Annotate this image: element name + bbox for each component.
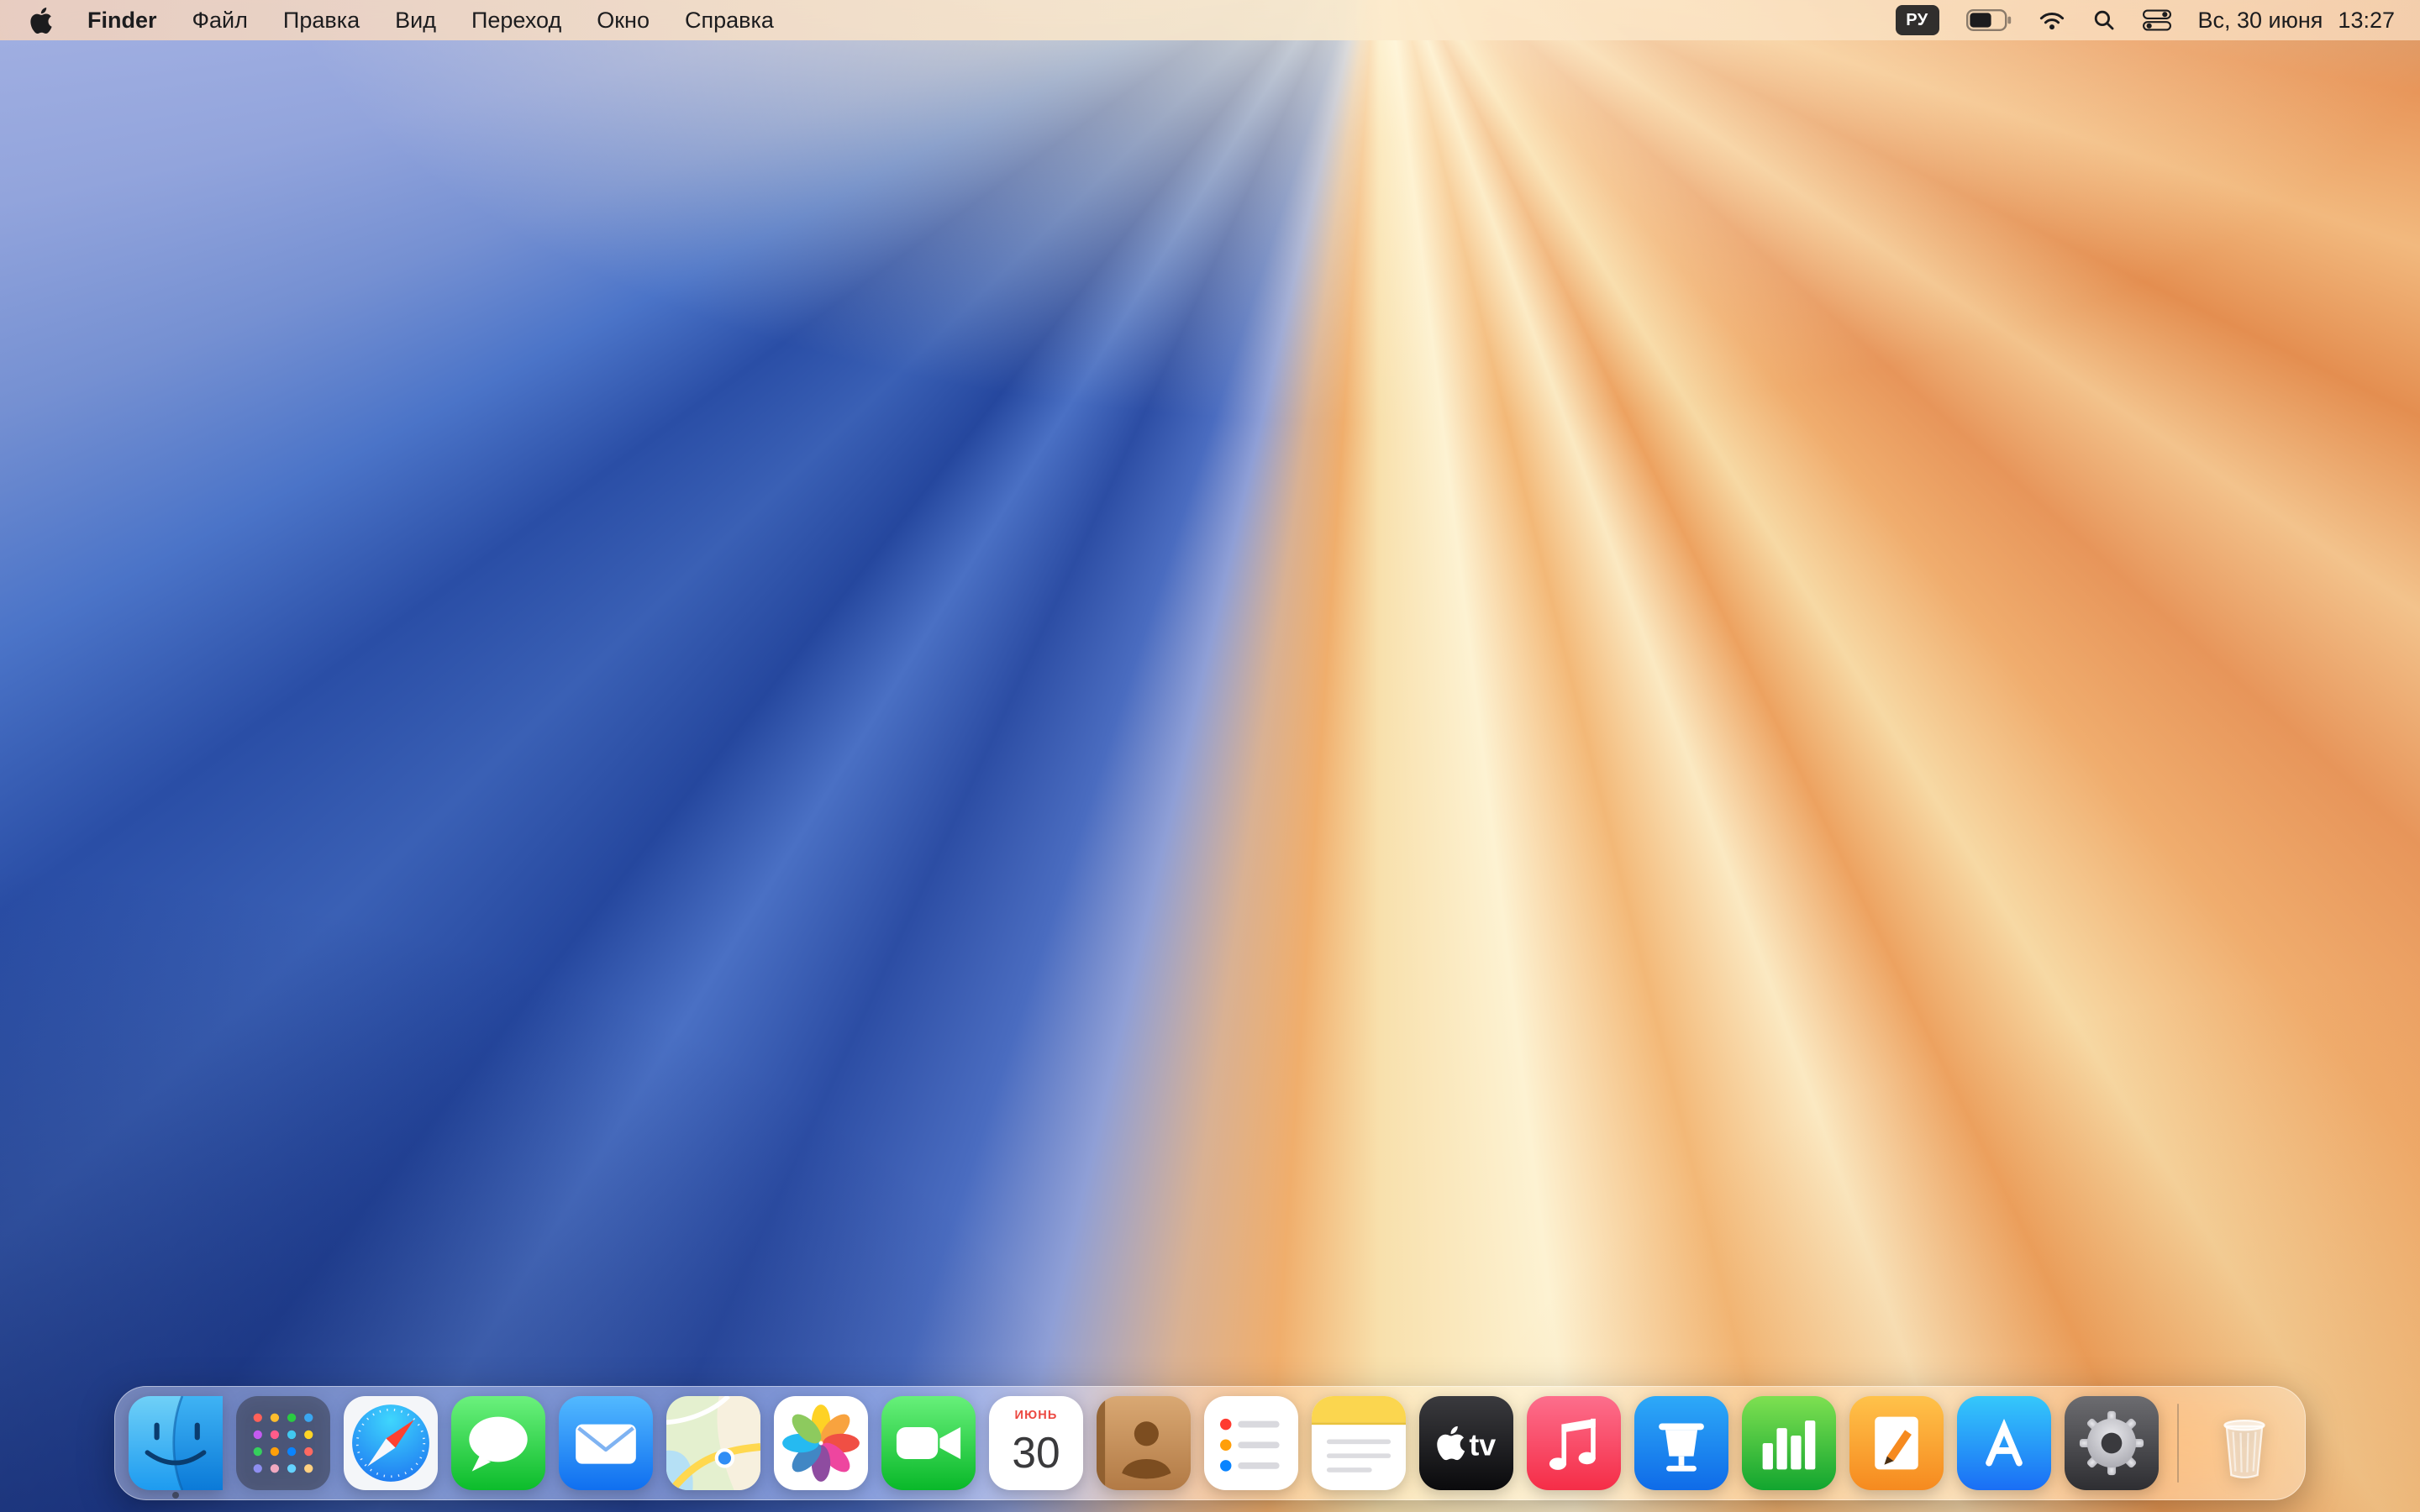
dock-item-photos[interactable]	[774, 1396, 868, 1490]
finder-icon	[129, 1396, 223, 1490]
dock-item-app-store[interactable]	[1957, 1396, 2051, 1490]
launchpad-icon	[236, 1396, 330, 1490]
desktop-wallpaper	[0, 0, 2420, 1512]
app-store-icon	[1957, 1396, 2051, 1490]
battery-icon[interactable]	[1966, 9, 2012, 31]
apple-tv-icon: tv	[1419, 1396, 1513, 1490]
active-app-menu[interactable]: Finder	[87, 8, 157, 34]
finder-running-indicator	[172, 1492, 179, 1499]
menu-go[interactable]: Переход	[471, 8, 561, 34]
dock-item-finder[interactable]	[129, 1396, 223, 1490]
control-center-icon[interactable]	[2143, 9, 2171, 31]
apple-tv-label: tv	[1469, 1429, 1496, 1462]
dock-item-facetime[interactable]	[881, 1396, 976, 1490]
music-icon	[1527, 1396, 1621, 1490]
safari-icon	[344, 1396, 438, 1490]
menu-help[interactable]: Справка	[685, 8, 774, 34]
menu-file[interactable]: Файл	[192, 8, 248, 34]
calendar-icon: ИЮНЬ 30	[989, 1396, 1083, 1490]
notes-icon	[1312, 1396, 1406, 1490]
mail-icon	[559, 1396, 653, 1490]
trash-icon	[2197, 1396, 2291, 1490]
dock-item-music[interactable]	[1527, 1396, 1621, 1490]
apple-menu[interactable]	[30, 8, 52, 34]
menu-bar-left: Finder Файл Правка Вид Переход Окно Спра…	[0, 8, 774, 34]
dock-item-mail[interactable]	[559, 1396, 653, 1490]
numbers-icon	[1742, 1396, 1836, 1490]
dock-item-apple-tv[interactable]: tv	[1419, 1396, 1513, 1490]
keynote-icon	[1634, 1396, 1728, 1490]
calendar-month-label: ИЮНЬ	[1015, 1409, 1058, 1422]
menu-bar: Finder Файл Правка Вид Переход Окно Спра…	[0, 0, 2420, 40]
dock-separator	[2177, 1404, 2179, 1483]
dock-item-system-settings[interactable]	[2065, 1396, 2159, 1490]
input-source-indicator[interactable]: РУ	[1896, 5, 1939, 35]
facetime-icon	[881, 1396, 976, 1490]
dock-item-trash[interactable]	[2197, 1396, 2291, 1490]
maps-icon	[666, 1396, 760, 1490]
menu-edit[interactable]: Правка	[283, 8, 360, 34]
system-settings-icon	[2065, 1396, 2159, 1490]
menu-view[interactable]: Вид	[395, 8, 436, 34]
menu-window[interactable]: Окно	[597, 8, 650, 34]
dock-item-launchpad[interactable]	[236, 1396, 330, 1490]
reminders-icon	[1204, 1396, 1298, 1490]
wifi-icon[interactable]	[2039, 9, 2065, 31]
menubar-time: 13:27	[2338, 8, 2395, 34]
menubar-clock[interactable]: Вс, 30 июня 13:27	[2198, 8, 2396, 34]
messages-icon	[451, 1396, 545, 1490]
dock-item-safari[interactable]	[344, 1396, 438, 1490]
dock-item-keynote[interactable]	[1634, 1396, 1728, 1490]
photos-icon	[774, 1396, 868, 1490]
apple-logo-icon	[30, 8, 52, 34]
dock-item-notes[interactable]	[1312, 1396, 1406, 1490]
dock-item-reminders[interactable]	[1204, 1396, 1298, 1490]
dock-item-pages[interactable]	[1849, 1396, 1944, 1490]
calendar-day-label: 30	[1012, 1428, 1060, 1477]
menu-bar-status: РУ	[1896, 5, 2420, 35]
contacts-icon	[1097, 1396, 1191, 1490]
pages-icon	[1849, 1396, 1944, 1490]
dock-item-calendar[interactable]: ИЮНЬ 30	[989, 1396, 1083, 1490]
dock: ИЮНЬ 30	[114, 1386, 2306, 1500]
app-menus: Файл Правка Вид Переход Окно Справка	[192, 8, 774, 34]
dock-item-contacts[interactable]	[1097, 1396, 1191, 1490]
dock-item-messages[interactable]	[451, 1396, 545, 1490]
dock-item-maps[interactable]	[666, 1396, 760, 1490]
dock-item-numbers[interactable]	[1742, 1396, 1836, 1490]
spotlight-icon[interactable]	[2092, 8, 2116, 32]
menubar-date: Вс, 30 июня	[2198, 8, 2323, 34]
